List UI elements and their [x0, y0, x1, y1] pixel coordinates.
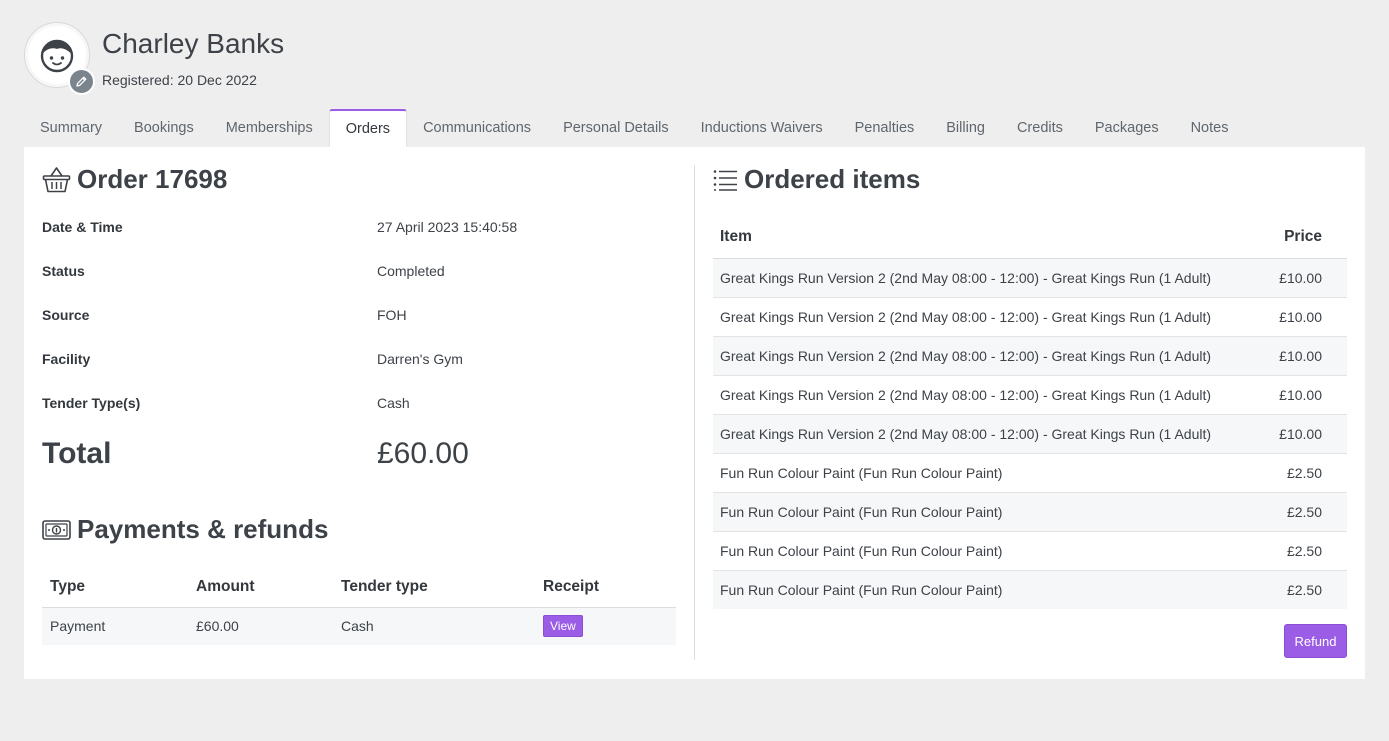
tab-personal-details[interactable]: Personal Details	[547, 109, 685, 147]
item-name: Fun Run Colour Paint (Fun Run Colour Pai…	[713, 531, 1269, 571]
item-name: Great Kings Run Version 2 (2nd May 08:00…	[713, 258, 1269, 298]
detail-value-facility: Darren's Gym	[377, 351, 463, 367]
refund-button[interactable]: Refund	[1284, 624, 1347, 658]
order-title: Order 17698	[42, 164, 227, 195]
detail-value-tender: Cash	[377, 395, 410, 411]
order-card: Order 17698 Date & Time 27 April 2023 15…	[24, 147, 1365, 679]
items-header-row: Item Price	[713, 217, 1347, 259]
payment-tender: Cash	[333, 607, 535, 645]
view-receipt-button[interactable]: View	[543, 615, 583, 638]
item-price: £10.00	[1268, 336, 1347, 376]
ordered-items-table: Item Price Great Kings Run Version 2 (2n…	[713, 217, 1347, 609]
column-header-tender-type: Tender type	[333, 567, 535, 608]
item-name: Fun Run Colour Paint (Fun Run Colour Pai…	[713, 492, 1269, 532]
tab-penalties[interactable]: Penalties	[839, 109, 931, 147]
tab-inductions-waivers[interactable]: Inductions Waivers	[685, 109, 839, 147]
detail-label-status: Status	[42, 263, 85, 279]
column-header-type: Type	[42, 567, 188, 608]
payment-receipt-cell: View	[535, 607, 676, 645]
face-icon	[40, 39, 74, 73]
total-value: £60.00	[377, 437, 469, 470]
column-header-item: Item	[713, 217, 1269, 259]
item-name: Fun Run Colour Paint (Fun Run Colour Pai…	[713, 570, 1269, 609]
tab-bar: Summary Bookings Memberships Orders Comm…	[24, 109, 1244, 147]
table-row: Great Kings Run Version 2 (2nd May 08:00…	[713, 336, 1347, 376]
member-header: Charley Banks Registered: 20 Dec 2022	[24, 22, 924, 95]
list-icon	[713, 169, 737, 191]
item-name: Great Kings Run Version 2 (2nd May 08:00…	[713, 375, 1269, 415]
item-price: £10.00	[1268, 297, 1347, 337]
item-price: £2.50	[1268, 570, 1347, 609]
tab-notes[interactable]: Notes	[1175, 109, 1245, 147]
table-row: Fun Run Colour Paint (Fun Run Colour Pai…	[713, 453, 1347, 493]
item-price: £10.00	[1268, 375, 1347, 415]
table-row: Great Kings Run Version 2 (2nd May 08:00…	[713, 297, 1347, 337]
detail-label-datetime: Date & Time	[42, 219, 123, 235]
tab-summary[interactable]: Summary	[24, 109, 118, 147]
tab-orders[interactable]: Orders	[328, 109, 408, 147]
table-row: Great Kings Run Version 2 (2nd May 08:00…	[713, 258, 1347, 298]
edit-avatar-button[interactable]	[68, 68, 95, 95]
detail-label-facility: Facility	[42, 351, 91, 367]
detail-label-tender: Tender Type(s)	[42, 395, 141, 411]
payments-table: Type Amount Tender type Receipt Payment …	[42, 567, 676, 645]
avatar	[24, 22, 95, 95]
column-header-receipt: Receipt	[535, 567, 676, 608]
item-name: Great Kings Run Version 2 (2nd May 08:00…	[713, 336, 1269, 376]
column-header-amount: Amount	[188, 567, 333, 608]
item-price: £2.50	[1268, 531, 1347, 571]
payments-title: Payments & refunds	[42, 514, 328, 545]
order-title-text: Order 17698	[77, 164, 228, 194]
money-icon	[42, 519, 71, 540]
item-name: Great Kings Run Version 2 (2nd May 08:00…	[713, 414, 1269, 454]
tab-packages[interactable]: Packages	[1079, 109, 1175, 147]
payments-title-text: Payments & refunds	[77, 514, 329, 544]
pencil-icon	[76, 76, 87, 87]
payment-type: Payment	[42, 607, 188, 645]
ordered-items-title: Ordered items	[713, 164, 920, 195]
tab-billing[interactable]: Billing	[930, 109, 1001, 147]
registered-date: Registered: 20 Dec 2022	[102, 72, 257, 88]
payments-header-row: Type Amount Tender type Receipt	[42, 567, 676, 608]
item-price: £10.00	[1268, 414, 1347, 454]
tab-credits[interactable]: Credits	[1001, 109, 1079, 147]
basket-icon	[42, 166, 71, 192]
table-row: Fun Run Colour Paint (Fun Run Colour Pai…	[713, 570, 1347, 609]
tab-communications[interactable]: Communications	[407, 109, 547, 147]
table-row: Great Kings Run Version 2 (2nd May 08:00…	[713, 375, 1347, 415]
item-name: Fun Run Colour Paint (Fun Run Colour Pai…	[713, 453, 1269, 493]
item-price: £10.00	[1268, 258, 1347, 298]
total-label: Total	[42, 437, 112, 470]
table-row: Payment £60.00 Cash View	[42, 607, 676, 645]
detail-value-status: Completed	[377, 263, 445, 279]
payment-amount: £60.00	[188, 607, 333, 645]
detail-value-datetime: 27 April 2023 15:40:58	[377, 219, 518, 235]
detail-label-source: Source	[42, 307, 90, 323]
ordered-items-title-text: Ordered items	[744, 164, 921, 194]
column-divider	[694, 165, 695, 660]
detail-value-source: FOH	[377, 307, 407, 323]
item-price: £2.50	[1268, 492, 1347, 532]
member-name: Charley Banks	[102, 28, 285, 59]
table-row: Fun Run Colour Paint (Fun Run Colour Pai…	[713, 531, 1347, 571]
table-row: Fun Run Colour Paint (Fun Run Colour Pai…	[713, 492, 1347, 532]
item-price: £2.50	[1268, 453, 1347, 493]
tab-memberships[interactable]: Memberships	[210, 109, 329, 147]
item-name: Great Kings Run Version 2 (2nd May 08:00…	[713, 297, 1269, 337]
column-header-price: Price	[1268, 217, 1347, 259]
table-row: Great Kings Run Version 2 (2nd May 08:00…	[713, 414, 1347, 454]
tab-bookings[interactable]: Bookings	[118, 109, 210, 147]
